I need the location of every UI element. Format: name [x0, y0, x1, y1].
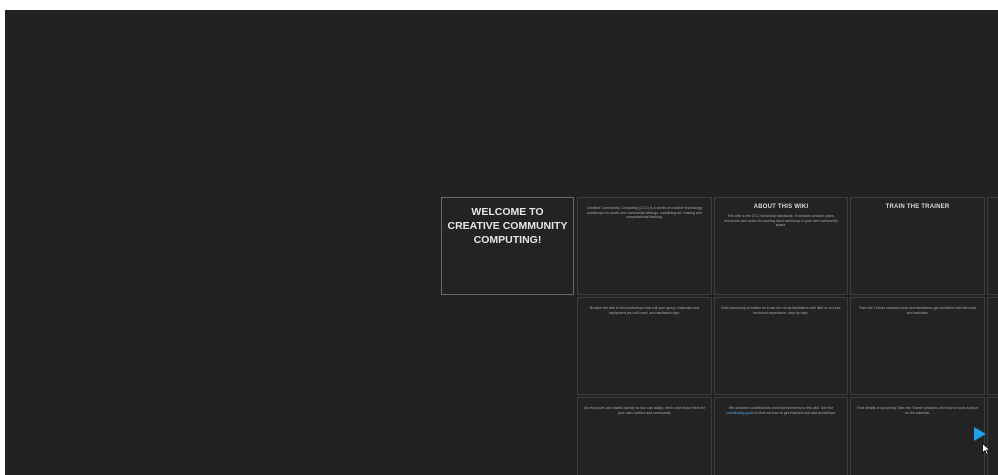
resources-text: All resources are shared openly so you c… [584, 406, 705, 415]
welcome-title: WELCOME TO CREATIVE COMMUNITY COMPUTING! [447, 206, 568, 246]
trainer-info-card: Train the Trainer sessions help new faci… [850, 297, 985, 395]
welcome-card: WELCOME TO CREATIVE COMMUNITY COMPUTING! [441, 197, 574, 295]
mouse-pointer-icon [982, 443, 991, 456]
train-trainer-card: TRAIN THE TRAINER [850, 197, 985, 295]
partial-card-row3 [987, 397, 998, 475]
facilitation-text: Each workshop is written so it can be ru… [721, 306, 841, 315]
workshops-text: Browse the wiki to find workshops that s… [589, 306, 700, 315]
workshops-card: Browse the wiki to find workshops that s… [577, 297, 712, 395]
presentation-canvas: WELCOME TO CREATIVE COMMUNITY COMPUTING!… [5, 10, 998, 475]
sessions-text: Find details of upcoming Train the Train… [856, 406, 979, 415]
trainer-info-text: Train the Trainer sessions help new faci… [858, 306, 977, 315]
resources-card: All resources are shared openly so you c… [577, 397, 712, 475]
contribute-text: We welcome contributions and improvement… [715, 406, 847, 415]
contribute-text-before: We welcome contributions and improvement… [728, 406, 834, 410]
play-arrow-icon[interactable] [974, 427, 986, 441]
about-wiki-card: ABOUT THIS WIKI This wiki is the CCC wor… [714, 197, 848, 295]
intro-card: Creative Community Computing (CCC) is a … [577, 197, 712, 295]
train-trainer-heading: TRAIN THE TRAINER [885, 204, 950, 210]
partial-card-row1 [987, 197, 998, 295]
contributing-guide-link[interactable]: contributing guide [726, 411, 754, 415]
contribute-card: We welcome contributions and improvement… [714, 397, 848, 475]
intro-text: Creative Community Computing (CCC) is a … [586, 206, 703, 220]
contribute-text-after: to find out how to get involved and add … [755, 410, 837, 415]
about-wiki-heading: ABOUT THIS WIKI [753, 204, 809, 210]
sessions-card: Find details of upcoming Train the Train… [850, 397, 985, 475]
facilitation-card: Each workshop is written so it can be ru… [714, 297, 848, 395]
about-wiki-text: This wiki is the CCC workshop handbook. … [724, 214, 838, 228]
partial-card-row2 [987, 297, 998, 395]
